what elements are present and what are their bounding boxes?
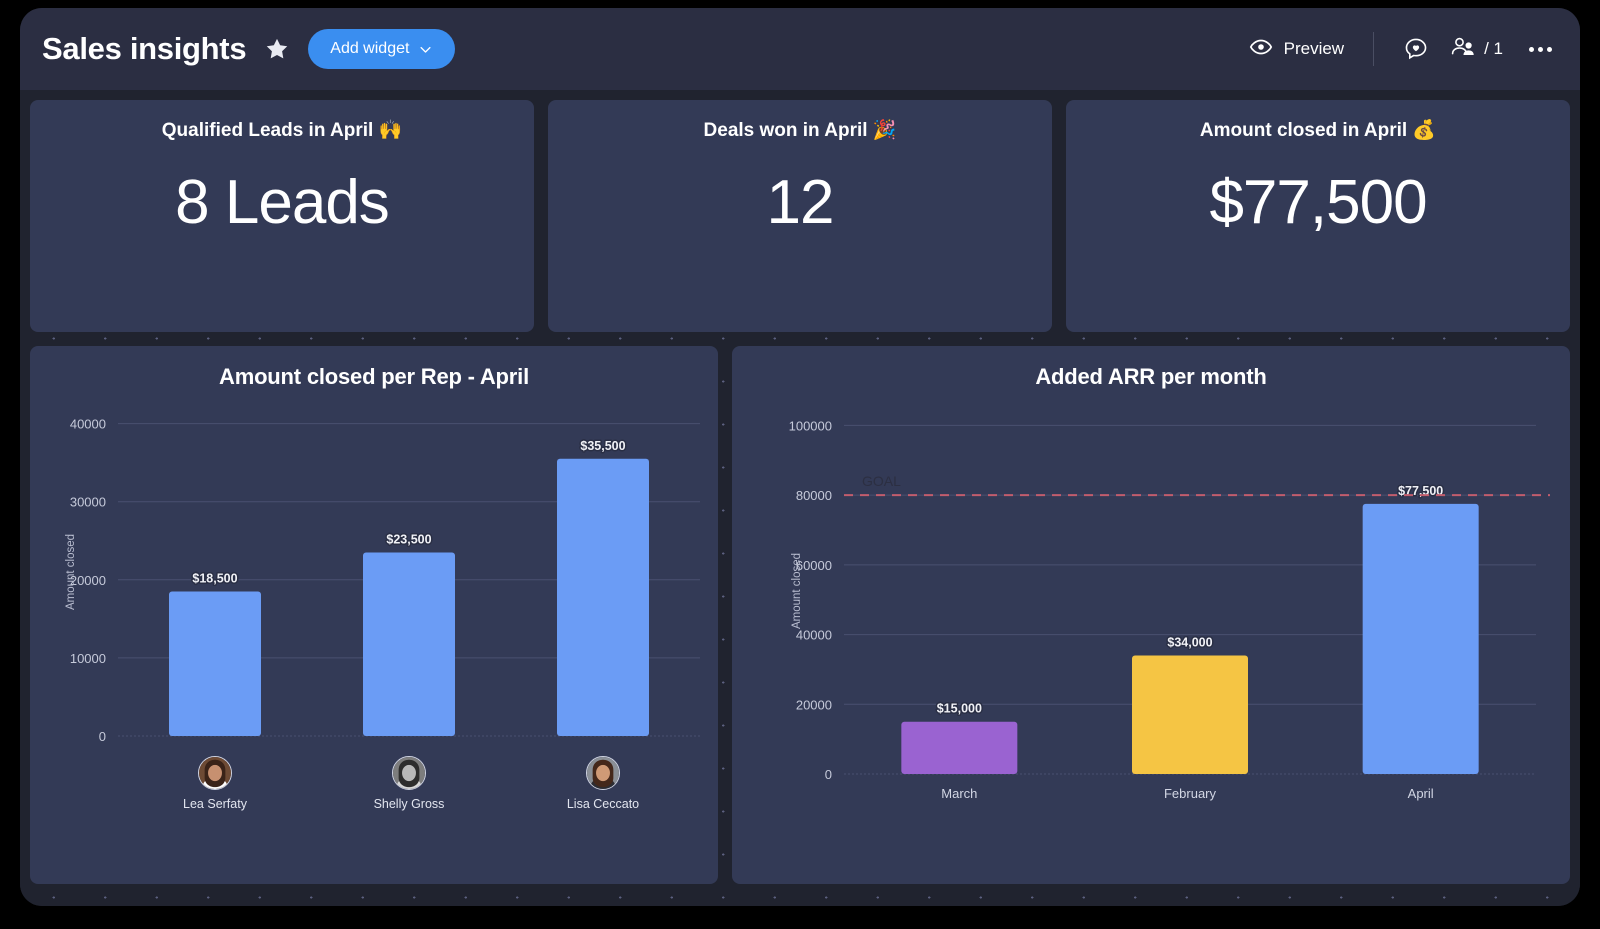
dashboard-canvas: Qualified Leads in April 🙌 8 Leads Deals… xyxy=(20,90,1580,906)
avatar[interactable] xyxy=(586,756,620,790)
rep-avatar-axis: Lea Serfaty Shelly Gross Lisa Ceccato xyxy=(30,756,718,832)
svg-text:40000: 40000 xyxy=(70,417,106,432)
kpi-value: 8 Leads xyxy=(175,172,389,234)
avatar[interactable] xyxy=(198,756,232,790)
more-options-icon[interactable] xyxy=(1523,47,1552,52)
rep-axis-item[interactable]: Lea Serfaty xyxy=(160,756,270,811)
widget-amount-closed[interactable]: Amount closed in April 💰 $77,500 xyxy=(1066,100,1570,332)
header-left-group: Sales insights Add widget xyxy=(42,29,455,69)
svg-text:100000: 100000 xyxy=(789,418,832,433)
kpi-title: Deals won in April 🎉 xyxy=(704,118,897,142)
star-icon[interactable] xyxy=(264,36,290,62)
svg-text:80000: 80000 xyxy=(796,488,832,503)
svg-text:$34,000: $34,000 xyxy=(1167,635,1212,649)
rep-axis-item[interactable]: Lisa Ceccato xyxy=(548,756,658,811)
charts-row: Amount closed per Rep - April 0100002000… xyxy=(30,346,1570,884)
svg-text:$35,500: $35,500 xyxy=(580,439,625,453)
svg-text:10000: 10000 xyxy=(70,651,106,666)
kpi-title: Amount closed in April 💰 xyxy=(1200,118,1436,142)
svg-text:GOAL: GOAL xyxy=(862,473,901,489)
page-title: Sales insights xyxy=(42,31,246,67)
dashboard-window: Sales insights Add widget xyxy=(20,8,1580,906)
people-count-label: / 1 xyxy=(1484,39,1503,59)
people-icon xyxy=(1449,34,1477,65)
svg-text:Amount closed: Amount closed xyxy=(65,534,77,610)
svg-text:April: April xyxy=(1408,786,1434,801)
board-members-button[interactable]: / 1 xyxy=(1449,34,1503,65)
svg-text:$18,500: $18,500 xyxy=(192,572,237,586)
svg-text:0: 0 xyxy=(99,729,106,744)
rep-axis-item[interactable]: Shelly Gross xyxy=(354,756,464,811)
chat-heart-icon[interactable] xyxy=(1403,36,1429,62)
chevron-down-icon xyxy=(418,42,433,57)
avatar[interactable] xyxy=(392,756,426,790)
svg-text:$23,500: $23,500 xyxy=(386,532,431,546)
bar-chart-added-arr: 020000400006000080000100000Amount closed… xyxy=(732,346,1556,884)
preview-button[interactable]: Preview xyxy=(1249,35,1344,64)
widget-added-arr-per-month[interactable]: Added ARR per month 02000040000600008000… xyxy=(732,346,1570,884)
svg-text:March: March xyxy=(941,786,977,801)
kpi-value: $77,500 xyxy=(1209,172,1426,234)
add-widget-label: Add widget xyxy=(330,40,409,58)
eye-icon xyxy=(1249,35,1273,64)
preview-label: Preview xyxy=(1284,39,1344,59)
svg-text:0: 0 xyxy=(825,767,832,782)
rep-name-label: Lisa Ceccato xyxy=(548,797,658,811)
svg-text:20000: 20000 xyxy=(796,697,832,712)
kpi-value: 12 xyxy=(767,172,834,234)
kpi-title: Qualified Leads in April 🙌 xyxy=(162,118,402,142)
widget-qualified-leads[interactable]: Qualified Leads in April 🙌 8 Leads xyxy=(30,100,534,332)
rep-name-label: Shelly Gross xyxy=(354,797,464,811)
add-widget-button[interactable]: Add widget xyxy=(308,29,455,69)
kpi-row: Qualified Leads in April 🙌 8 Leads Deals… xyxy=(30,100,1570,332)
svg-text:30000: 30000 xyxy=(70,495,106,510)
svg-text:February: February xyxy=(1164,786,1217,801)
rep-name-label: Lea Serfaty xyxy=(160,797,270,811)
svg-text:Amount closed: Amount closed xyxy=(791,553,803,629)
board-header: Sales insights Add widget xyxy=(20,8,1580,90)
widget-deals-won[interactable]: Deals won in April 🎉 12 xyxy=(548,100,1052,332)
svg-text:$15,000: $15,000 xyxy=(937,702,982,716)
header-divider xyxy=(1373,32,1374,66)
widget-amount-closed-per-rep[interactable]: Amount closed per Rep - April 0100002000… xyxy=(30,346,718,884)
header-right-group: Preview / 1 xyxy=(1249,32,1552,66)
